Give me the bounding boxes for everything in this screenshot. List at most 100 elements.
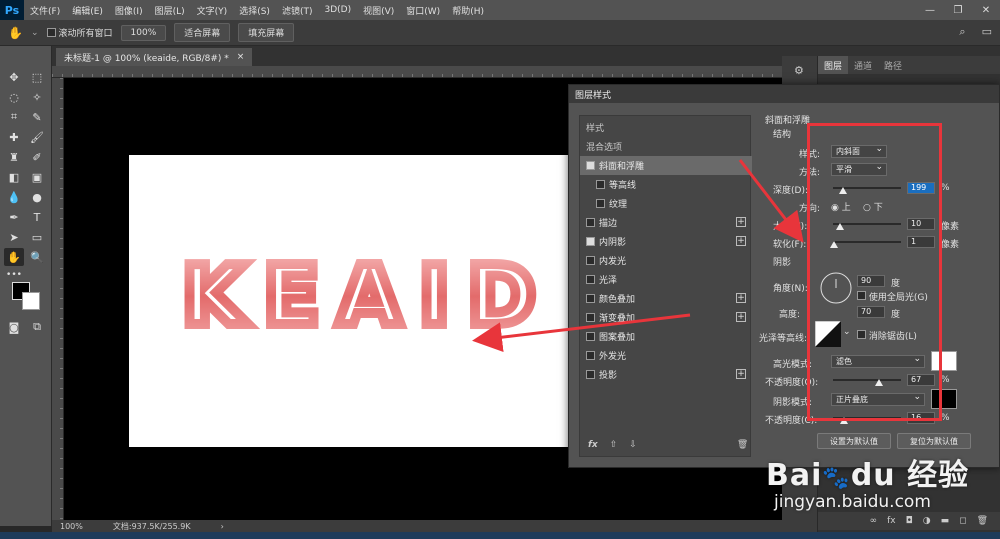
list-item-color-overlay[interactable]: 颜色叠加 +: [580, 289, 752, 308]
list-item-inner-glow[interactable]: 内发光: [580, 251, 752, 270]
vertical-ruler: [52, 78, 64, 520]
hand-tool-icon[interactable]: ✋: [8, 26, 23, 40]
crop-tool-icon[interactable]: ⌗: [4, 108, 24, 126]
search-icon[interactable]: ⌕: [959, 25, 965, 39]
menu-3d[interactable]: 3D(D): [318, 5, 357, 15]
chevron-down-icon[interactable]: ⌄: [31, 28, 39, 38]
add-effect-icon[interactable]: +: [736, 293, 746, 303]
checkbox-icon[interactable]: [586, 275, 595, 284]
healing-brush-icon[interactable]: ✚: [4, 128, 24, 146]
tab-layers[interactable]: 图层: [818, 56, 849, 74]
add-effect-icon[interactable]: +: [736, 236, 746, 246]
list-item-outer-glow[interactable]: 外发光: [580, 346, 752, 365]
fx-menu-icon[interactable]: fx: [588, 440, 598, 450]
list-item-bevel-emboss[interactable]: 斜面和浮雕: [580, 156, 752, 175]
list-item-satin[interactable]: 光泽: [580, 270, 752, 289]
soften-unit: 像素: [941, 240, 960, 250]
watermark-url: jingyan.baidu.com: [774, 492, 931, 512]
zoom-tool-icon[interactable]: 🔍: [27, 248, 47, 266]
delete-effect-icon[interactable]: 🗑: [737, 440, 748, 450]
list-item-stroke[interactable]: 描边 +: [580, 213, 752, 232]
menu-layer[interactable]: 图层(L): [149, 4, 191, 17]
eyedropper-icon[interactable]: ✎: [27, 108, 47, 126]
close-tab-icon[interactable]: ×: [237, 52, 245, 62]
dialog-title[interactable]: 图层样式: [569, 85, 999, 103]
eraser-tool-icon[interactable]: ◧: [4, 168, 24, 186]
angle-label: 角度(N):: [773, 284, 808, 294]
menu-help[interactable]: 帮助(H): [446, 4, 490, 17]
history-brush-icon[interactable]: ✐: [27, 148, 47, 166]
gradient-tool-icon[interactable]: ▣: [27, 168, 47, 186]
magic-wand-icon[interactable]: ✧: [27, 88, 47, 106]
close-icon[interactable]: ✕: [972, 0, 1000, 20]
background-color-swatch[interactable]: [22, 292, 40, 310]
checkbox-icon[interactable]: [586, 332, 595, 341]
effects-list: 样式 混合选项 斜面和浮雕 等高线 纹理 描边 + 内阴影 + 内发光 光泽 颜色叠…: [579, 115, 752, 457]
screen-mode-icon[interactable]: ⧉: [27, 318, 47, 336]
path-select-icon[interactable]: ➤: [4, 228, 24, 246]
status-doc-size: 文档:937.5K/255.9K: [112, 521, 191, 531]
menu-type[interactable]: 文字(Y): [191, 4, 234, 17]
tab-channels[interactable]: 通道: [848, 59, 878, 72]
checkbox-icon[interactable]: [586, 370, 595, 379]
fit-screen-button[interactable]: 适合屏幕: [174, 23, 231, 42]
menu-image[interactable]: 图像(I): [109, 4, 149, 17]
fill-screen-button[interactable]: 填充屏幕: [238, 23, 295, 42]
menu-window[interactable]: 窗口(W): [400, 4, 446, 17]
menu-filter[interactable]: 滤镜(T): [276, 4, 319, 17]
list-item-blending-options[interactable]: 混合选项: [580, 137, 752, 156]
dodge-tool-icon[interactable]: ●: [27, 188, 47, 206]
move-down-icon[interactable]: ⇩: [629, 440, 637, 450]
list-item-styles[interactable]: 样式: [580, 118, 752, 137]
list-item-pattern-overlay[interactable]: 图案叠加: [580, 327, 752, 346]
move-up-icon[interactable]: ⇧: [610, 440, 618, 450]
add-effect-icon[interactable]: +: [736, 217, 746, 227]
workspace-icon[interactable]: ▭: [982, 25, 992, 39]
stamp-tool-icon[interactable]: ♜: [4, 148, 24, 166]
checkbox-icon[interactable]: [596, 199, 605, 208]
checkbox-icon[interactable]: [586, 351, 595, 360]
add-effect-icon[interactable]: +: [736, 369, 746, 379]
menu-view[interactable]: 视图(V): [357, 4, 400, 17]
list-item-inner-shadow[interactable]: 内阴影 +: [580, 232, 752, 251]
checkbox-icon[interactable]: [586, 294, 595, 303]
canvas-text: KEAID: [182, 249, 554, 344]
pen-tool-icon[interactable]: ✒: [4, 208, 24, 226]
checkbox-checked-icon[interactable]: [586, 161, 595, 170]
properties-icon[interactable]: ⚙: [794, 64, 804, 77]
restore-icon[interactable]: ❐: [944, 0, 972, 20]
type-tool-icon[interactable]: T: [27, 208, 47, 226]
quick-mask-icon[interactable]: ◙: [4, 318, 24, 336]
menu-file[interactable]: 文件(F): [24, 4, 66, 17]
size-unit: 像素: [941, 222, 960, 232]
checkbox-icon[interactable]: [586, 256, 595, 265]
depth-label: 深度(D):: [773, 186, 808, 196]
blur-tool-icon[interactable]: 💧: [4, 188, 24, 206]
document-tab[interactable]: 未标题-1 @ 100% (keaide, RGB/8#) * ×: [56, 48, 253, 66]
add-effect-icon[interactable]: +: [736, 312, 746, 322]
reset-default-button[interactable]: 复位为默认值: [897, 433, 971, 449]
hand-tool-icon[interactable]: ✋: [4, 248, 24, 266]
zoom-100-button[interactable]: 100%: [120, 24, 167, 41]
rectangle-tool-icon[interactable]: ▭: [27, 228, 47, 246]
marquee-tool-icon[interactable]: ⬚: [27, 68, 47, 86]
checkbox-icon[interactable]: [596, 180, 605, 189]
list-item-contour[interactable]: 等高线: [580, 175, 752, 194]
lasso-tool-icon[interactable]: ◌: [4, 88, 24, 106]
checkbox-checked-icon[interactable]: [586, 237, 595, 246]
make-default-button[interactable]: 设置为默认值: [817, 433, 891, 449]
minimize-icon[interactable]: —: [916, 0, 944, 20]
list-item-texture[interactable]: 纹理: [580, 194, 752, 213]
checkbox-icon[interactable]: [586, 218, 595, 227]
brush-tool-icon[interactable]: 🖌: [27, 128, 47, 146]
move-tool-icon[interactable]: ✥: [4, 68, 24, 86]
list-item-drop-shadow[interactable]: 投影 +: [580, 365, 752, 384]
menu-select[interactable]: 选择(S): [233, 4, 276, 17]
status-zoom[interactable]: 100%: [60, 522, 83, 531]
scroll-all-windows-checkbox[interactable]: 滚动所有窗口: [46, 26, 113, 39]
status-arrow-icon[interactable]: ›: [221, 522, 224, 531]
menu-edit[interactable]: 编辑(E): [66, 4, 109, 17]
tab-paths[interactable]: 路径: [878, 59, 908, 72]
checkbox-icon[interactable]: [586, 313, 595, 322]
list-item-gradient-overlay[interactable]: 渐变叠加 +: [580, 308, 752, 327]
